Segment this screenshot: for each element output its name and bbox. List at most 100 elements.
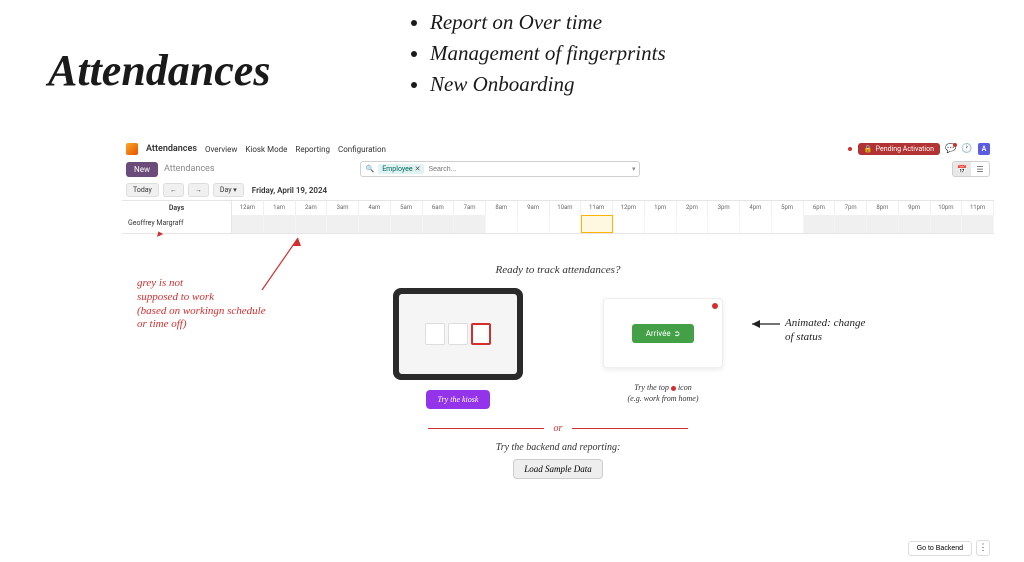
timeline-cell[interactable] [708, 215, 740, 233]
kiosk-card: Try the kiosk [393, 288, 523, 409]
onboard-title: Ready to track attendances? [122, 264, 994, 276]
hour-header: 10pm [931, 201, 963, 215]
tablet-option-icon [448, 323, 468, 345]
range-select[interactable]: Day ▾ [213, 183, 244, 197]
search-input[interactable] [428, 166, 628, 173]
status-help-text: Try the top icon (e.g. work from home) [603, 382, 723, 404]
timeline-cell[interactable] [962, 215, 994, 233]
timeline-row-name[interactable]: Geoffrey Margraff [122, 215, 232, 233]
hour-header: 8pm [867, 201, 899, 215]
hour-header: 12pm [613, 201, 645, 215]
timeline-cell[interactable] [327, 215, 359, 233]
search-bar[interactable]: 🔍 Employee ✕ ▾ [360, 161, 640, 177]
slide-bullets: Report on Over time Management of finger… [410, 10, 666, 103]
hour-header: 4am [359, 201, 391, 215]
pending-activation-badge[interactable]: 🔒 Pending Activation [858, 143, 940, 155]
timeline-cell[interactable] [486, 215, 518, 233]
timeline-cell[interactable] [423, 215, 455, 233]
timeline-cell[interactable] [613, 215, 645, 233]
search-dropdown-caret-icon[interactable]: ▾ [632, 165, 636, 173]
bullet-item: Report on Over time [430, 10, 666, 35]
hour-header: 12am [232, 201, 264, 215]
notification-dot-icon [953, 143, 957, 147]
or-text: or [554, 423, 563, 434]
view-calendar-button[interactable]: 📅 [953, 162, 971, 176]
timeline-cell[interactable] [931, 215, 963, 233]
arrivee-button[interactable]: Arrivée ➲ [632, 324, 695, 343]
tablet-screen [399, 294, 517, 374]
today-button[interactable]: Today [126, 183, 159, 197]
annotation-employee-pointer: ▸ [157, 228, 163, 242]
tablet-option-icon [425, 323, 445, 345]
go-backend-group: Go to Backend ⋮ [908, 540, 990, 556]
hour-header: 7am [454, 201, 486, 215]
app-logo-icon [126, 143, 138, 155]
hour-header: 3pm [708, 201, 740, 215]
timeline-cell[interactable] [835, 215, 867, 233]
timeline-cell[interactable] [296, 215, 328, 233]
timeline-cell[interactable] [772, 215, 804, 233]
timeline-cell[interactable] [899, 215, 931, 233]
divider-line [572, 428, 688, 430]
messages-icon[interactable]: 💬 [946, 144, 956, 154]
clock-icon[interactable]: 🕐 [962, 144, 972, 154]
bullet-item: Management of fingerprints [430, 41, 666, 66]
timeline-cell[interactable] [359, 215, 391, 233]
hour-header: 11pm [962, 201, 994, 215]
chip-remove-icon[interactable]: ✕ [415, 165, 421, 173]
hour-header: 7pm [835, 201, 867, 215]
divider-line [428, 428, 544, 430]
timeline-cell[interactable] [391, 215, 423, 233]
or-divider: or [428, 423, 688, 434]
timeline-cell[interactable] [645, 215, 677, 233]
tablet-mockup [393, 288, 523, 380]
try-kiosk-button[interactable]: Try the kiosk [426, 390, 491, 409]
hour-header: 1pm [645, 201, 677, 215]
timeline-cell[interactable] [454, 215, 486, 233]
nav-reporting[interactable]: Reporting [295, 145, 330, 154]
timeline-grid: Days 12am 1am 2am 3am 4am 5am 6am 7am 8a… [122, 200, 994, 234]
lock-icon: 🔒 [864, 145, 873, 153]
top-nav: Attendances Overview Kiosk Mode Reportin… [122, 140, 994, 158]
go-backend-button[interactable]: Go to Backend [908, 541, 972, 556]
timeline-cell[interactable] [740, 215, 772, 233]
hour-header: 11am [581, 201, 613, 215]
tablet-option-fingerprint-icon [471, 323, 491, 345]
annotation-animated-note: Animated: changeof status [785, 317, 915, 345]
timeline-cell[interactable] [550, 215, 582, 233]
hour-header: 1am [264, 201, 296, 215]
timeline-cell[interactable] [581, 215, 613, 233]
timeline-cell[interactable] [232, 215, 264, 233]
next-button[interactable]: → [188, 183, 209, 197]
prev-button[interactable]: ← [163, 183, 184, 197]
view-list-button[interactable]: ☰ [971, 162, 989, 176]
more-actions-button[interactable]: ⋮ [976, 540, 990, 556]
view-switcher: 📅 ☰ [952, 161, 990, 177]
timeline-cell[interactable] [804, 215, 836, 233]
chip-label: Employee [382, 165, 412, 173]
load-sample-data-button[interactable]: Load Sample Data [513, 459, 603, 479]
pending-label: Pending Activation [876, 145, 934, 153]
nav-kiosk-mode[interactable]: Kiosk Mode [245, 145, 287, 154]
days-header: Days [122, 201, 232, 215]
slide-title: Attendances [48, 45, 270, 96]
backend-help-text: Try the backend and reporting: [122, 442, 994, 453]
app-name: Attendances [146, 144, 197, 154]
timeline-cell[interactable] [518, 215, 550, 233]
timeline-cell[interactable] [264, 215, 296, 233]
new-button[interactable]: New [126, 162, 158, 177]
hour-header: 10am [550, 201, 582, 215]
avatar[interactable]: A [978, 143, 990, 155]
nav-configuration[interactable]: Configuration [338, 145, 386, 154]
timeline-cell[interactable] [677, 215, 709, 233]
hour-header: 6am [423, 201, 455, 215]
hour-header: 8am [486, 201, 518, 215]
status-indicator-dot-icon[interactable] [712, 303, 718, 309]
nav-overview[interactable]: Overview [205, 145, 237, 154]
hour-header: 9pm [899, 201, 931, 215]
status-dot-icon [848, 147, 852, 151]
arrivee-label: Arrivée [646, 329, 671, 338]
search-filter-chip[interactable]: Employee ✕ [378, 164, 424, 174]
hour-header: 3am [327, 201, 359, 215]
timeline-cell[interactable] [867, 215, 899, 233]
